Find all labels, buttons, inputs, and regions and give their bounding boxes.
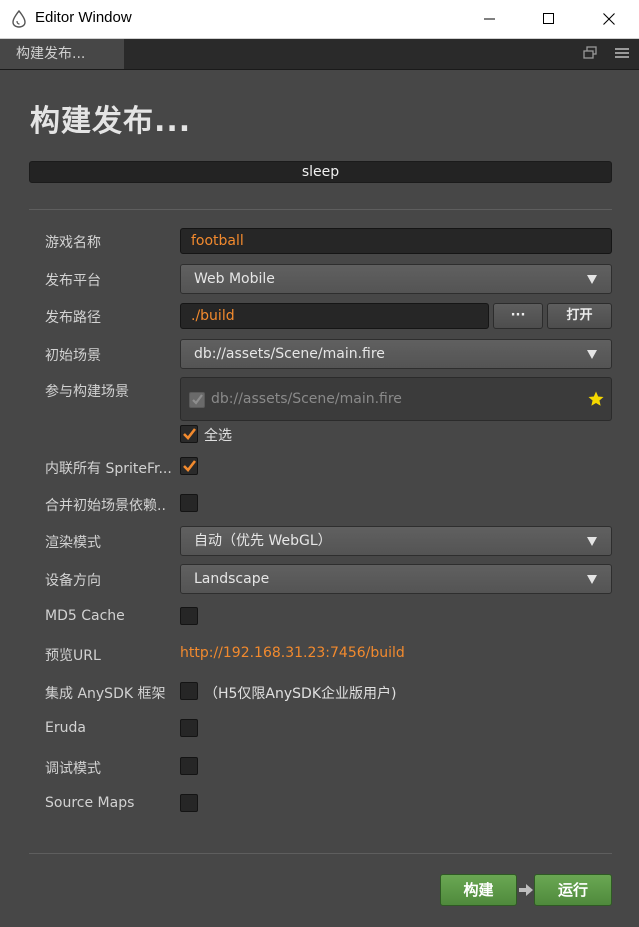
merge-deps-checkbox[interactable] bbox=[180, 494, 198, 512]
maximize-icon bbox=[543, 13, 554, 24]
chevron-down-icon bbox=[587, 537, 597, 546]
chevron-down-icon bbox=[587, 575, 597, 584]
panel-tab-strip: 构建发布... bbox=[0, 39, 639, 70]
check-icon bbox=[192, 394, 203, 405]
app-logo-icon bbox=[12, 10, 26, 28]
source-maps-checkbox[interactable] bbox=[180, 794, 198, 812]
anysdk-checkbox[interactable] bbox=[180, 682, 198, 700]
page-title: 构建发布... bbox=[30, 104, 192, 139]
preview-url-label: 预览URL bbox=[45, 648, 101, 664]
window-title: Editor Window bbox=[35, 9, 132, 26]
build-path-label: 发布路径 bbox=[45, 310, 101, 326]
render-mode-value: 自动（优先 WebGL） bbox=[194, 533, 332, 549]
check-icon bbox=[183, 460, 197, 472]
game-name-input[interactable]: football bbox=[180, 228, 612, 254]
eruda-checkbox[interactable] bbox=[180, 719, 198, 737]
popout-icon[interactable] bbox=[583, 46, 597, 60]
inline-sprite-checkbox[interactable] bbox=[180, 457, 198, 475]
select-all-label: 全选 bbox=[204, 428, 232, 444]
run-button[interactable]: 运行 bbox=[534, 874, 612, 906]
anysdk-label: 集成 AnySDK 框架 bbox=[45, 686, 166, 702]
browse-button[interactable]: ··· bbox=[493, 303, 543, 329]
chevron-down-icon bbox=[587, 275, 597, 284]
select-all-checkbox[interactable] bbox=[180, 425, 198, 443]
close-icon bbox=[603, 13, 615, 25]
inline-sprite-label: 内联所有 SpriteFr... bbox=[45, 461, 172, 477]
md5-cache-label: MD5 Cache bbox=[45, 608, 125, 624]
platform-label: 发布平台 bbox=[45, 273, 101, 289]
preview-url-link[interactable]: http://192.168.31.23:7456/build bbox=[180, 645, 405, 661]
orientation-label: 设备方向 bbox=[45, 573, 101, 589]
start-scene-select[interactable]: db://assets/Scene/main.fire bbox=[180, 339, 612, 369]
debug-mode-checkbox[interactable] bbox=[180, 757, 198, 775]
window-title-bar: Editor Window bbox=[0, 0, 639, 39]
debug-mode-label: 调试模式 bbox=[45, 761, 101, 777]
render-mode-select[interactable]: 自动（优先 WebGL） bbox=[180, 526, 612, 556]
scene-checkbox bbox=[189, 392, 205, 408]
minimize-icon bbox=[484, 18, 495, 20]
scene-item: db://assets/Scene/main.fire bbox=[211, 391, 402, 407]
platform-value: Web Mobile bbox=[194, 271, 275, 287]
source-maps-label: Source Maps bbox=[45, 795, 135, 811]
start-scene-value: db://assets/Scene/main.fire bbox=[194, 346, 385, 362]
build-scenes-label: 参与构建场景 bbox=[45, 384, 129, 400]
arrow-right-icon bbox=[519, 884, 533, 896]
render-mode-label: 渲染模式 bbox=[45, 535, 101, 551]
top-divider bbox=[29, 209, 612, 210]
start-scene-label: 初始场景 bbox=[45, 348, 101, 364]
md5-cache-checkbox[interactable] bbox=[180, 607, 198, 625]
close-button[interactable] bbox=[579, 0, 639, 38]
tab-label: 构建发布... bbox=[16, 46, 86, 62]
minimize-button[interactable] bbox=[460, 0, 520, 38]
platform-select[interactable]: Web Mobile bbox=[180, 264, 612, 294]
maximize-button[interactable] bbox=[519, 0, 579, 38]
build-progress-bar: sleep bbox=[29, 161, 612, 183]
bottom-divider bbox=[29, 853, 612, 854]
build-scenes-list: db://assets/Scene/main.fire bbox=[180, 377, 612, 421]
tab-build[interactable]: 构建发布... bbox=[0, 39, 124, 69]
orientation-value: Landscape bbox=[194, 571, 270, 587]
merge-deps-label: 合并初始场景依赖.. bbox=[45, 498, 166, 514]
game-name-label: 游戏名称 bbox=[45, 235, 101, 251]
orientation-select[interactable]: Landscape bbox=[180, 564, 612, 594]
open-folder-button[interactable]: 打开 bbox=[547, 303, 612, 329]
chevron-down-icon bbox=[587, 350, 597, 359]
check-icon bbox=[183, 428, 197, 440]
build-path-input[interactable]: ./build bbox=[180, 303, 489, 329]
menu-icon[interactable] bbox=[615, 46, 629, 60]
star-icon[interactable] bbox=[587, 390, 605, 408]
tab-tools bbox=[583, 46, 629, 60]
build-button[interactable]: 构建 bbox=[440, 874, 517, 906]
anysdk-note: （H5仅限AnySDK企业版用户) bbox=[204, 686, 397, 702]
eruda-label: Eruda bbox=[45, 720, 86, 736]
